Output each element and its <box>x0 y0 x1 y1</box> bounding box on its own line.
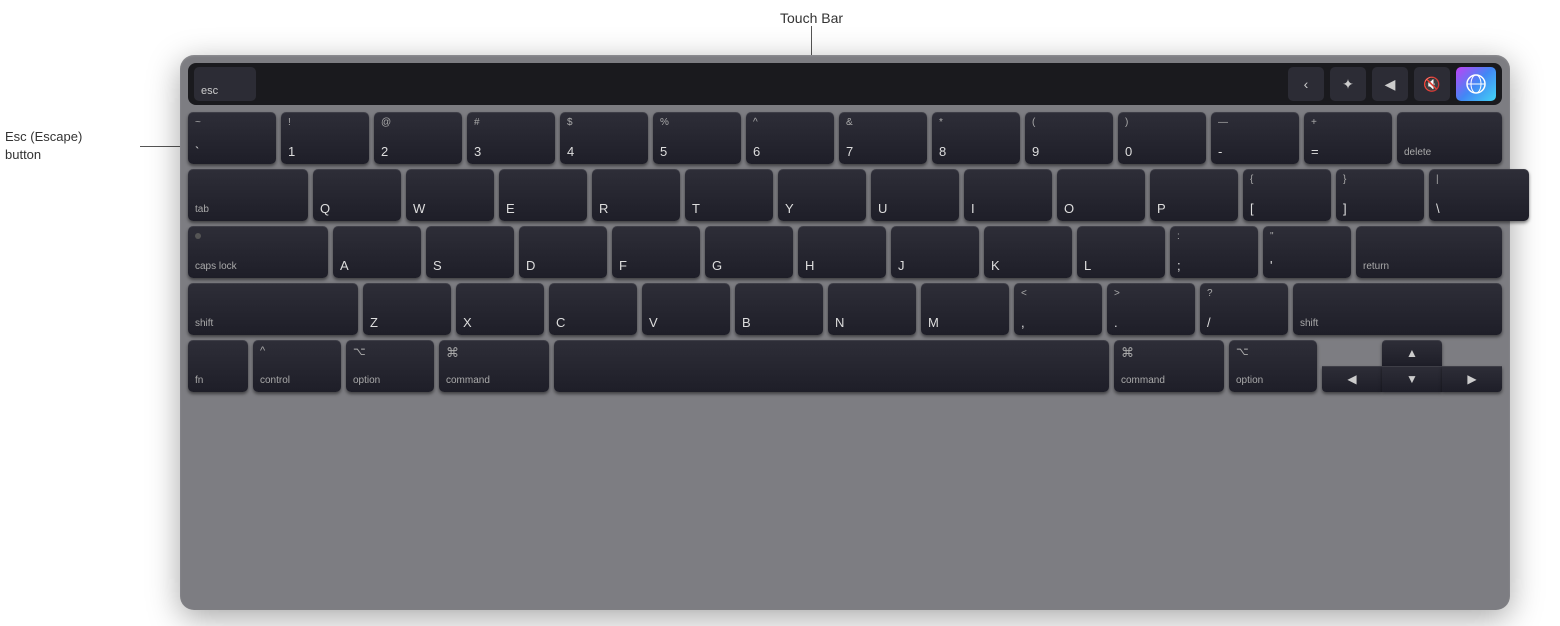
key-v[interactable]: V <box>642 283 730 335</box>
key-tab[interactable]: tab <box>188 169 308 221</box>
bottom-row: fn ^ control ⌥ option ⌘ command ⌘ comman… <box>188 340 1502 392</box>
key-s[interactable]: S <box>426 226 514 278</box>
key-n[interactable]: N <box>828 283 916 335</box>
qwerty-row: tab Q W E R T Y U I <box>188 169 1502 221</box>
key-arrow-left[interactable]: ◀ <box>1322 366 1382 392</box>
touch-bar-back[interactable]: ‹ <box>1288 67 1324 101</box>
key-tilde[interactable]: ~ ` <box>188 112 276 164</box>
key-2[interactable]: @ 2 <box>374 112 462 164</box>
touch-bar: esc ‹ ✦ ◀ 🔇 <box>188 63 1502 105</box>
key-command-left[interactable]: ⌘ command <box>439 340 549 392</box>
key-8[interactable]: * 8 <box>932 112 1020 164</box>
number-row: ~ ` ! 1 @ 2 # 3 $ 4 % 5 <box>188 112 1502 164</box>
key-g[interactable]: G <box>705 226 793 278</box>
keyboard-body: ~ ` ! 1 @ 2 # 3 $ 4 % 5 <box>188 112 1502 392</box>
key-5[interactable]: % 5 <box>653 112 741 164</box>
touch-bar-volume[interactable]: ◀ <box>1372 67 1408 101</box>
key-minus[interactable]: — - <box>1211 112 1299 164</box>
key-return[interactable]: return <box>1356 226 1502 278</box>
key-1[interactable]: ! 1 <box>281 112 369 164</box>
key-w[interactable]: W <box>406 169 494 221</box>
touch-bar-brightness[interactable]: ✦ <box>1330 67 1366 101</box>
key-f[interactable]: F <box>612 226 700 278</box>
key-backslash[interactable]: | \ <box>1429 169 1529 221</box>
key-open-bracket[interactable]: { [ <box>1243 169 1331 221</box>
key-m[interactable]: M <box>921 283 1009 335</box>
key-semicolon[interactable]: : ; <box>1170 226 1258 278</box>
key-period[interactable]: > . <box>1107 283 1195 335</box>
keyboard: esc ‹ ✦ ◀ 🔇 ~ ` ! <box>180 55 1510 610</box>
key-i[interactable]: I <box>964 169 1052 221</box>
touch-bar-siri[interactable] <box>1456 67 1496 101</box>
key-close-bracket[interactable]: } ] <box>1336 169 1424 221</box>
key-k[interactable]: K <box>984 226 1072 278</box>
arrow-cluster: ▲ ◀ ▼ ▶ <box>1322 340 1502 392</box>
key-p[interactable]: P <box>1150 169 1238 221</box>
key-4[interactable]: $ 4 <box>560 112 648 164</box>
key-slash[interactable]: ? / <box>1200 283 1288 335</box>
key-q[interactable]: Q <box>313 169 401 221</box>
key-x[interactable]: X <box>456 283 544 335</box>
key-9[interactable]: ( 9 <box>1025 112 1113 164</box>
key-arrow-down[interactable]: ▼ <box>1382 366 1442 392</box>
key-capslock[interactable]: caps lock <box>188 226 328 278</box>
asdf-row: caps lock A S D F G H J <box>188 226 1502 278</box>
key-arrow-up[interactable]: ▲ <box>1382 340 1442 366</box>
key-r[interactable]: R <box>592 169 680 221</box>
key-h[interactable]: H <box>798 226 886 278</box>
touch-bar-mute[interactable]: 🔇 <box>1414 67 1450 101</box>
key-option-left[interactable]: ⌥ option <box>346 340 434 392</box>
key-l[interactable]: L <box>1077 226 1165 278</box>
key-arrow-right[interactable]: ▶ <box>1442 366 1502 392</box>
key-u[interactable]: U <box>871 169 959 221</box>
esc-label: Esc (Escape) button <box>5 128 82 164</box>
key-6[interactable]: ^ 6 <box>746 112 834 164</box>
key-shift-right[interactable]: shift <box>1293 283 1502 335</box>
esc-key[interactable]: esc <box>194 67 256 101</box>
key-b[interactable]: B <box>735 283 823 335</box>
key-quote[interactable]: " ' <box>1263 226 1351 278</box>
key-option-right[interactable]: ⌥ option <box>1229 340 1317 392</box>
key-y[interactable]: Y <box>778 169 866 221</box>
key-3[interactable]: # 3 <box>467 112 555 164</box>
key-j[interactable]: J <box>891 226 979 278</box>
key-comma[interactable]: < , <box>1014 283 1102 335</box>
key-7[interactable]: & 7 <box>839 112 927 164</box>
key-z[interactable]: Z <box>363 283 451 335</box>
key-space[interactable] <box>554 340 1109 392</box>
key-control[interactable]: ^ control <box>253 340 341 392</box>
key-command-right[interactable]: ⌘ command <box>1114 340 1224 392</box>
key-equals[interactable]: + = <box>1304 112 1392 164</box>
key-a[interactable]: A <box>333 226 421 278</box>
key-e[interactable]: E <box>499 169 587 221</box>
key-fn[interactable]: fn <box>188 340 248 392</box>
key-c[interactable]: C <box>549 283 637 335</box>
key-delete[interactable]: delete <box>1397 112 1502 164</box>
key-shift-left[interactable]: shift <box>188 283 358 335</box>
zxcv-row: shift Z X C V B N M < <box>188 283 1502 335</box>
key-0[interactable]: ) 0 <box>1118 112 1206 164</box>
key-t[interactable]: T <box>685 169 773 221</box>
key-d[interactable]: D <box>519 226 607 278</box>
key-o[interactable]: O <box>1057 169 1145 221</box>
